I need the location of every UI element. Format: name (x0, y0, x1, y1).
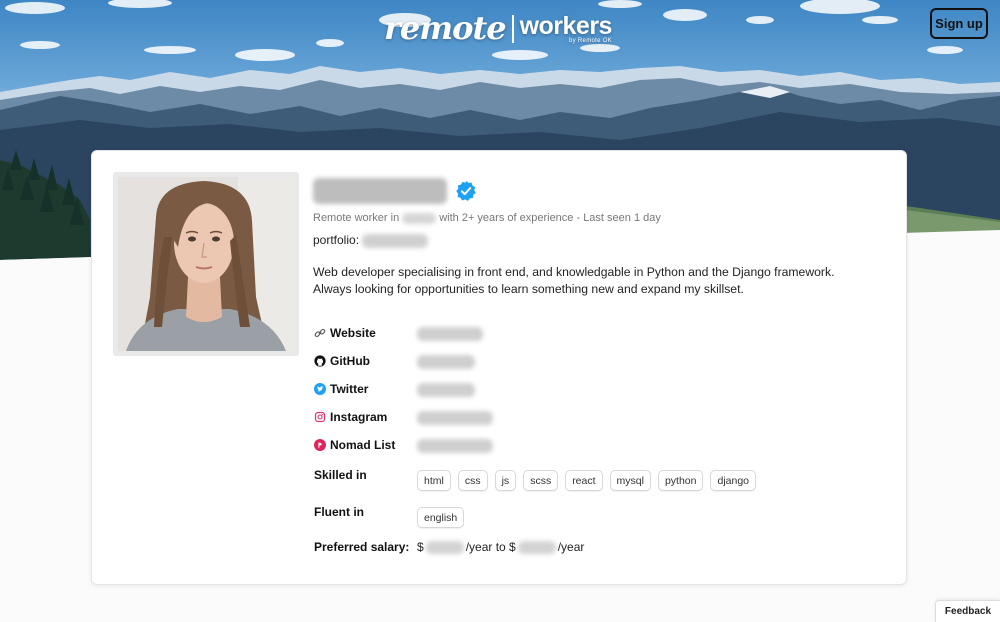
language-tags: english (417, 507, 465, 528)
salary-mid: /year to $ (465, 540, 516, 554)
location-redacted (402, 212, 437, 224)
detail-row-website: Website (314, 326, 483, 341)
skill-tags: html css js scss react mysql python djan… (417, 470, 757, 491)
twitter-icon (314, 383, 326, 396)
detail-row-salary: Preferred salary: $ /year to $ /year (314, 540, 584, 554)
link-icon (314, 329, 326, 338)
bio-line-1: Web developer specialising in front end,… (313, 265, 835, 279)
logo-divider (511, 15, 514, 43)
website-link-redacted[interactable] (417, 326, 483, 341)
portfolio-link-redacted[interactable] (362, 233, 429, 248)
website-label: Website (330, 326, 376, 341)
detail-row-languages: Fluent in english (314, 503, 465, 528)
skill-tag-react[interactable]: react (565, 470, 603, 491)
detail-row-nomad-list: Nomad List (314, 438, 493, 453)
language-tag-english[interactable]: english (417, 507, 465, 528)
feedback-button[interactable]: Feedback (935, 600, 1000, 622)
skill-tag-css[interactable]: css (457, 470, 488, 491)
profile-card: Remote worker in with 2+ years of experie… (91, 150, 907, 585)
instagram-label: Instagram (330, 410, 388, 425)
salary-max-redacted (517, 540, 556, 554)
site-logo[interactable]: remote workers by Remote OK (0, 8, 1000, 48)
detail-row-github: GitHub (314, 354, 475, 369)
profile-photo (113, 172, 299, 356)
fluent-in-label: Fluent in (314, 505, 364, 519)
salary-range: $ /year to $ /year (417, 540, 584, 554)
skill-tag-scss[interactable]: scss (523, 470, 559, 491)
logo-remote-text: remote (384, 9, 507, 47)
twitter-label: Twitter (330, 382, 369, 397)
profile-bio: Web developer specialising in front end,… (313, 264, 843, 298)
portfolio-line: portfolio: (313, 233, 429, 248)
skill-tag-mysql[interactable]: mysql (609, 470, 651, 491)
nomad-list-label: Nomad List (330, 438, 396, 453)
avatar (118, 177, 294, 351)
bio-line-2: Always looking for opportunities to lear… (313, 282, 744, 296)
portfolio-label: portfolio: (313, 233, 360, 247)
salary-currency: $ (417, 540, 424, 554)
nomad-list-icon (314, 439, 326, 452)
subline-suffix: with 2+ years of experience - Last seen … (439, 212, 661, 224)
github-icon (314, 355, 326, 368)
skill-tag-js[interactable]: js (494, 470, 517, 491)
detail-row-skills: Skilled in html css js scss react mysql … (314, 466, 757, 491)
instagram-link-redacted[interactable] (417, 410, 493, 425)
profile-name-redacted (313, 178, 447, 204)
github-link-redacted[interactable] (417, 354, 475, 369)
verified-badge-icon (456, 180, 476, 201)
detail-row-twitter: Twitter (314, 382, 475, 397)
sign-up-button[interactable]: Sign up (930, 8, 988, 39)
instagram-icon (314, 412, 326, 423)
nomad-list-link-redacted[interactable] (417, 438, 493, 453)
twitter-link-redacted[interactable] (417, 382, 475, 397)
salary-min-redacted (425, 540, 464, 554)
salary-end: /year (557, 540, 585, 554)
detail-row-instagram: Instagram (314, 410, 493, 425)
preferred-salary-label: Preferred salary: (314, 540, 410, 554)
skilled-in-label: Skilled in (314, 468, 367, 482)
skill-tag-django[interactable]: django (710, 470, 757, 491)
profile-subline: Remote worker in with 2+ years of experie… (313, 212, 661, 224)
skill-tag-python[interactable]: python (657, 470, 704, 491)
logo-byline: by Remote OK (569, 38, 612, 44)
skill-tag-html[interactable]: html (417, 470, 451, 491)
profile-name-row (313, 178, 477, 204)
github-label: GitHub (330, 354, 370, 369)
subline-prefix: Remote worker in (313, 212, 400, 224)
